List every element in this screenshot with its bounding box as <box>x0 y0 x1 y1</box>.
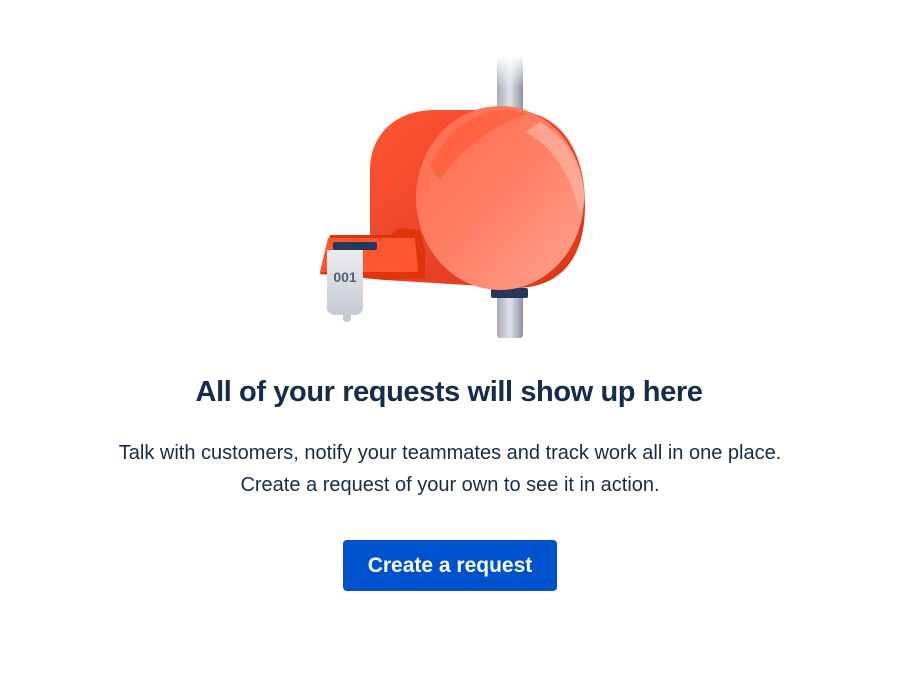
description-text: Talk with customers, notify your teammat… <box>118 442 782 496</box>
page-title: All of your requests will show up here <box>195 376 703 408</box>
empty-state: 001 All of your requests will show up he… <box>0 0 898 688</box>
ticket-tag-shape <box>327 250 363 322</box>
ticket-label: 001 <box>333 269 357 285</box>
create-request-button[interactable]: Create a request <box>343 540 557 591</box>
mailbox-illustration: 001 <box>320 58 585 338</box>
slot-shape <box>333 242 377 250</box>
mailbox-face-shape <box>416 106 584 290</box>
